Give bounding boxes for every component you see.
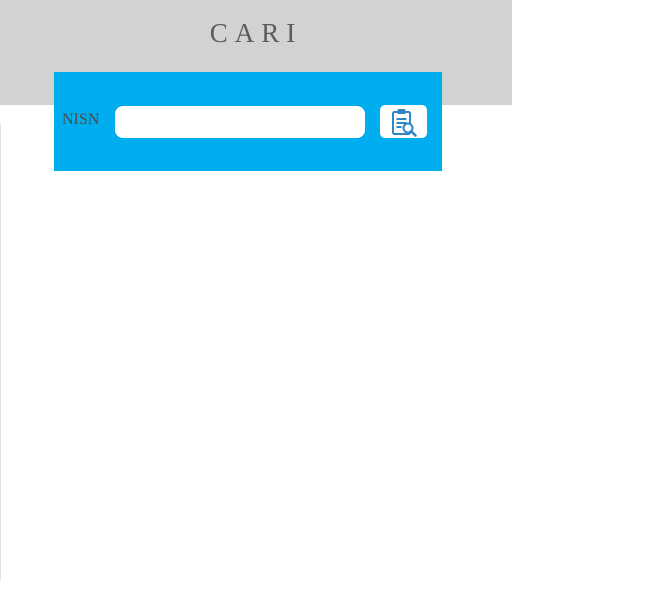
search-panel: NISN xyxy=(54,72,442,171)
clipboard-search-icon xyxy=(390,107,418,137)
left-divider xyxy=(0,124,1,581)
page-title: CARI xyxy=(209,18,303,48)
nisn-input[interactable] xyxy=(115,106,365,138)
page: CARI NISN xyxy=(0,0,655,596)
search-button[interactable] xyxy=(380,105,427,138)
nisn-label: NISN xyxy=(62,111,100,128)
